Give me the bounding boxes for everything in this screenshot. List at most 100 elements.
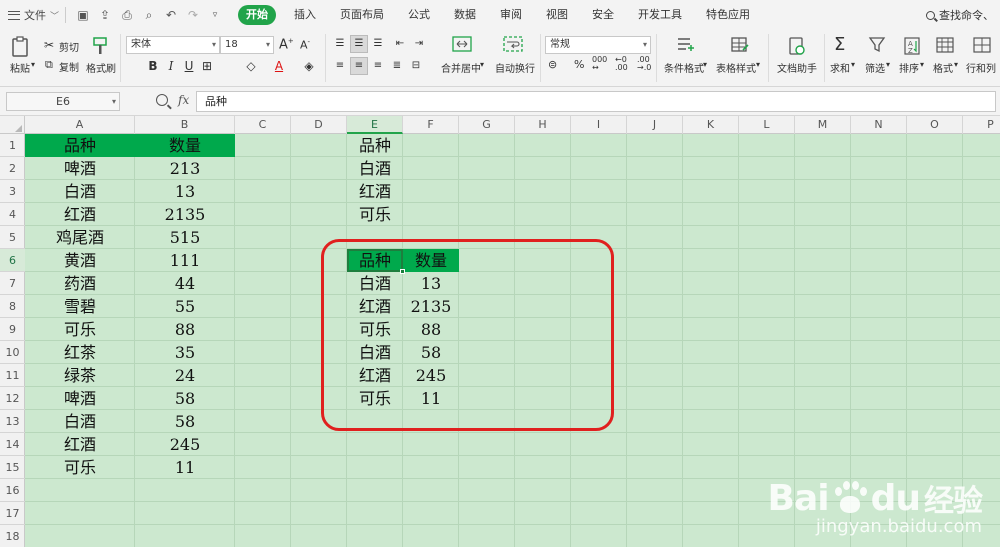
border-icon[interactable]: ⊞ (198, 57, 216, 75)
row-header-8[interactable]: 8 (0, 295, 25, 318)
table-cell[interactable]: 24 (135, 364, 235, 387)
increase-decimal-icon[interactable]: ←0.00 (615, 56, 628, 72)
table-cell[interactable]: 13 (135, 180, 235, 203)
criteria-cell[interactable]: 红酒 (347, 180, 403, 203)
column-header-o[interactable]: O (907, 116, 963, 134)
paste-icon[interactable] (10, 36, 30, 58)
result-cell[interactable]: 可乐 (347, 387, 403, 410)
align-left-icon[interactable]: ≡ (331, 57, 349, 75)
tab-0[interactable]: 开始 (238, 5, 277, 25)
column-header-k[interactable]: K (683, 116, 739, 134)
column-header-c[interactable]: C (235, 116, 291, 134)
row-header-9[interactable]: 9 (0, 318, 25, 341)
sum-dropdown-icon[interactable]: ▾ (851, 60, 855, 69)
percent-icon[interactable]: % (574, 58, 584, 71)
column-header-a[interactable]: A (25, 116, 135, 134)
row-header-16[interactable]: 16 (0, 479, 25, 502)
row-header-4[interactable]: 4 (0, 203, 25, 226)
thousands-icon[interactable]: 000 ↔ (592, 56, 607, 72)
share-icon[interactable]: ⇪ (94, 6, 116, 24)
table-cell[interactable]: 可乐 (25, 318, 135, 341)
table-cell[interactable]: 红酒 (25, 203, 135, 226)
column-header-g[interactable]: G (459, 116, 515, 134)
table-cell[interactable]: 雪碧 (25, 295, 135, 318)
auto-wrap-button[interactable]: 自动换行 (495, 60, 535, 75)
table-cell[interactable]: 44 (135, 272, 235, 295)
align-center-icon[interactable]: ≡ (350, 57, 368, 75)
result-cell[interactable]: 88 (403, 318, 459, 341)
align-top-icon[interactable]: ☰ (331, 35, 349, 53)
table-cell[interactable]: 88 (135, 318, 235, 341)
column-header-d[interactable]: D (291, 116, 347, 134)
result-cell[interactable]: 红酒 (347, 295, 403, 318)
tab-1[interactable]: 插入 (282, 5, 328, 25)
result-header-cell[interactable]: 数量 (403, 249, 459, 272)
table-cell[interactable]: 药酒 (25, 272, 135, 295)
table-cell[interactable]: 红茶 (25, 341, 135, 364)
tab-8[interactable]: 开发工具 (626, 5, 694, 25)
merge-center-icon[interactable] (452, 36, 472, 54)
doc-assistant-button[interactable]: 文档助手 (777, 60, 817, 75)
font-size-select[interactable]: 18 ▾ (220, 36, 274, 54)
number-format-select[interactable]: 常规 ▾ (545, 36, 651, 54)
format-icon[interactable] (935, 36, 955, 56)
print-preview-icon[interactable]: ⌕ (138, 6, 160, 24)
column-header-h[interactable]: H (515, 116, 571, 134)
format-dropdown-icon[interactable]: ▾ (954, 60, 958, 69)
align-middle-icon[interactable]: ☰ (350, 35, 368, 53)
copy-button[interactable]: 复制 (59, 59, 79, 74)
table-style-dropdown-icon[interactable]: ▾ (756, 60, 760, 69)
row-header-5[interactable]: 5 (0, 226, 25, 249)
conditional-format-button[interactable]: 条件格式 (664, 60, 704, 75)
tab-3[interactable]: 公式 (396, 5, 442, 25)
table-cell[interactable]: 2135 (135, 203, 235, 226)
currency-icon[interactable]: ⊜ (548, 58, 557, 71)
formula-input[interactable]: 品种 (196, 91, 996, 112)
decrease-decimal-icon[interactable]: .00 →.0 (637, 56, 651, 72)
table-cell[interactable]: 啤酒 (25, 387, 135, 410)
paste-button[interactable]: 粘贴 (10, 60, 30, 75)
filter-dropdown-icon[interactable]: ▾ (886, 60, 890, 69)
bold-button[interactable]: B (144, 57, 162, 75)
result-cell[interactable]: 可乐 (347, 318, 403, 341)
result-cell[interactable]: 白酒 (347, 272, 403, 295)
table-cell[interactable]: 白酒 (25, 180, 135, 203)
filter-button[interactable]: 筛选 (865, 60, 885, 75)
underline-button[interactable]: U (180, 57, 198, 75)
column-header-l[interactable]: L (739, 116, 795, 134)
table-cell[interactable]: 绿茶 (25, 364, 135, 387)
justify-icon[interactable]: ≣ (388, 57, 406, 75)
table-cell[interactable]: 245 (135, 433, 235, 456)
table-cell[interactable]: 红酒 (25, 433, 135, 456)
column-header-p[interactable]: P (963, 116, 1000, 134)
decrease-font-icon[interactable]: A- (300, 38, 310, 52)
row-header-12[interactable]: 12 (0, 387, 25, 410)
format-painter-button[interactable]: 格式刷 (86, 60, 116, 75)
header-cell[interactable]: 数量 (135, 134, 235, 157)
conditional-format-icon[interactable] (676, 36, 696, 56)
table-style-button[interactable]: 表格样式 (716, 60, 756, 75)
result-cell[interactable]: 红酒 (347, 364, 403, 387)
result-cell[interactable]: 11 (403, 387, 459, 410)
fx-icon[interactable]: fx (178, 93, 189, 107)
row-col-icon[interactable] (972, 36, 992, 56)
table-cell[interactable]: 111 (135, 249, 235, 272)
row-header-6[interactable]: 6 (0, 249, 25, 272)
print-icon[interactable]: ⎙ (116, 6, 138, 24)
save-icon[interactable]: ▣ (72, 6, 94, 24)
merge-dropdown-icon[interactable]: ▾ (480, 60, 484, 69)
table-style-icon[interactable] (730, 36, 750, 56)
sum-icon[interactable]: Σ (834, 34, 845, 55)
merge-center-button[interactable]: 合并居中 (441, 60, 481, 75)
table-cell[interactable]: 213 (135, 157, 235, 180)
table-cell[interactable]: 11 (135, 456, 235, 479)
italic-button[interactable]: I (162, 57, 180, 75)
row-header-13[interactable]: 13 (0, 410, 25, 433)
cut-button[interactable]: 剪切 (59, 39, 79, 54)
format-button[interactable]: 格式 (933, 60, 953, 75)
align-bottom-icon[interactable]: ☰ (369, 35, 387, 53)
sort-button[interactable]: 排序 (899, 60, 919, 75)
sum-button[interactable]: 求和 (830, 60, 850, 75)
fill-handle[interactable] (400, 269, 405, 274)
font-name-select[interactable]: 宋体 ▾ (126, 36, 220, 54)
